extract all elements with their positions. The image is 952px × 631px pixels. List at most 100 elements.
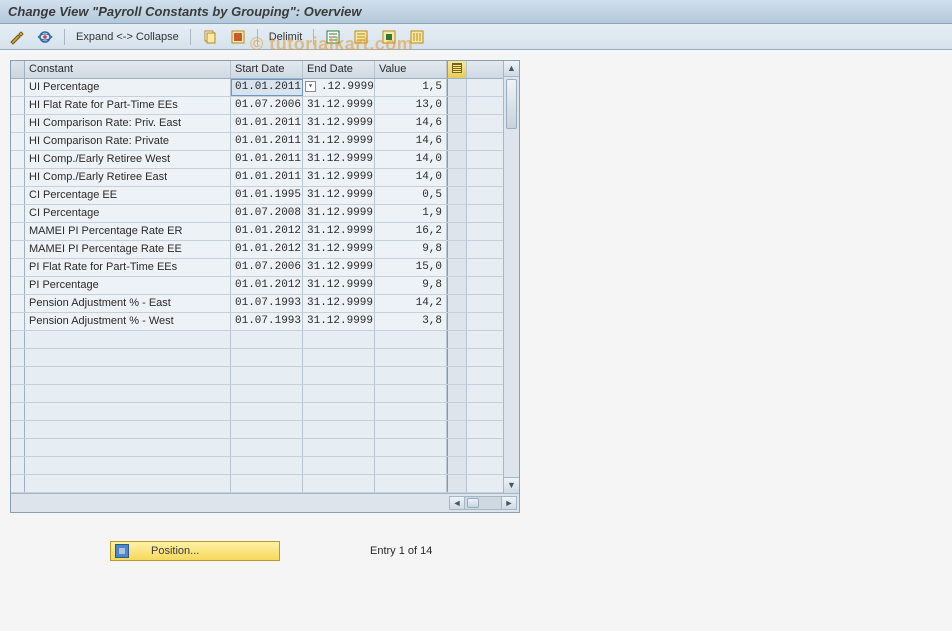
table-row[interactable]: PI Flat Rate for Part-Time EEs01.07.2006… — [11, 259, 503, 277]
table-row[interactable]: UI Percentage01.01.2011▾.12.99991,5 — [11, 79, 503, 97]
cell-value[interactable]: 16,2 — [375, 223, 447, 240]
scroll-thumb[interactable] — [506, 79, 517, 129]
column-header-value[interactable]: Value — [375, 61, 447, 78]
cell-start-date[interactable] — [231, 349, 303, 366]
cell-value[interactable]: 14,6 — [375, 133, 447, 150]
table-row[interactable]: HI Comp./Early Retiree West01.01.201131.… — [11, 151, 503, 169]
scroll-track[interactable] — [504, 77, 519, 477]
row-selector[interactable] — [11, 223, 25, 240]
f4-help-icon[interactable]: ▾ — [305, 81, 316, 92]
table-row[interactable] — [11, 331, 503, 349]
hscroll-thumb[interactable] — [467, 498, 479, 508]
cell-value[interactable] — [375, 367, 447, 384]
cell-end-date[interactable]: 31.12.9999 — [303, 205, 375, 222]
table-row[interactable]: MAMEI PI Percentage Rate ER01.01.201231.… — [11, 223, 503, 241]
table-row[interactable]: MAMEI PI Percentage Rate EE01.01.201231.… — [11, 241, 503, 259]
cell-constant[interactable]: MAMEI PI Percentage Rate EE — [25, 241, 231, 258]
row-selector[interactable] — [11, 187, 25, 204]
horizontal-scrollbar[interactable]: ◄ ► — [449, 496, 517, 510]
row-selector[interactable] — [11, 205, 25, 222]
cell-start-date[interactable]: 01.01.2012 — [231, 241, 303, 258]
cell-constant[interactable]: CI Percentage EE — [25, 187, 231, 204]
row-selector[interactable] — [11, 475, 25, 492]
deselect-all-icon[interactable] — [378, 28, 400, 46]
cell-constant[interactable]: HI Comparison Rate: Priv. East — [25, 115, 231, 132]
cell-start-date[interactable]: 01.01.2011 — [231, 151, 303, 168]
cell-end-date[interactable]: 31.12.9999 — [303, 115, 375, 132]
vertical-scrollbar[interactable]: ▲ ▼ — [503, 61, 519, 493]
cell-end-date[interactable] — [303, 421, 375, 438]
cell-start-date[interactable] — [231, 439, 303, 456]
cell-end-date[interactable]: 31.12.9999 — [303, 295, 375, 312]
row-selector[interactable] — [11, 331, 25, 348]
cell-end-date[interactable]: 31.12.9999 — [303, 241, 375, 258]
cell-value[interactable]: 0,5 — [375, 187, 447, 204]
cell-value[interactable]: 1,5 — [375, 79, 447, 96]
cell-constant[interactable] — [25, 421, 231, 438]
column-header-constant[interactable]: Constant — [25, 61, 231, 78]
delimit-button[interactable]: Delimit — [266, 30, 306, 44]
cell-constant[interactable] — [25, 385, 231, 402]
cell-value[interactable]: 14,0 — [375, 169, 447, 186]
cell-constant[interactable] — [25, 457, 231, 474]
copy-icon[interactable] — [199, 28, 221, 46]
cell-value[interactable] — [375, 421, 447, 438]
column-header-start-date[interactable]: Start Date — [231, 61, 303, 78]
cell-constant[interactable]: PI Flat Rate for Part-Time EEs — [25, 259, 231, 276]
cell-end-date[interactable] — [303, 457, 375, 474]
cell-value[interactable] — [375, 385, 447, 402]
cell-constant[interactable]: CI Percentage — [25, 205, 231, 222]
cell-value[interactable]: 9,8 — [375, 241, 447, 258]
row-selector[interactable] — [11, 79, 25, 96]
cell-start-date[interactable] — [231, 331, 303, 348]
hscroll-track[interactable] — [465, 496, 501, 510]
cell-end-date[interactable] — [303, 403, 375, 420]
cell-start-date[interactable] — [231, 457, 303, 474]
cell-constant[interactable] — [25, 403, 231, 420]
cell-end-date[interactable] — [303, 385, 375, 402]
cell-start-date[interactable]: 01.01.2012 — [231, 223, 303, 240]
cell-value[interactable]: 3,8 — [375, 313, 447, 330]
row-selector[interactable] — [11, 403, 25, 420]
cell-constant[interactable] — [25, 367, 231, 384]
cell-value[interactable]: 1,9 — [375, 205, 447, 222]
cell-constant[interactable]: Pension Adjustment % - East — [25, 295, 231, 312]
select-all-icon[interactable] — [227, 28, 249, 46]
cell-constant[interactable] — [25, 439, 231, 456]
cell-value[interactable] — [375, 439, 447, 456]
cell-start-date[interactable]: 01.07.1993 — [231, 313, 303, 330]
table-row[interactable]: HI Flat Rate for Part-Time EEs01.07.2006… — [11, 97, 503, 115]
cell-end-date[interactable]: 31.12.9999 — [303, 259, 375, 276]
cell-constant[interactable] — [25, 475, 231, 492]
row-selector[interactable] — [11, 457, 25, 474]
cell-constant[interactable]: PI Percentage — [25, 277, 231, 294]
row-selector[interactable] — [11, 241, 25, 258]
table-row[interactable] — [11, 385, 503, 403]
cell-constant[interactable]: Pension Adjustment % - West — [25, 313, 231, 330]
scroll-left-icon[interactable]: ◄ — [449, 496, 465, 510]
cell-end-date[interactable] — [303, 349, 375, 366]
cell-constant[interactable] — [25, 331, 231, 348]
table-row[interactable]: Pension Adjustment % - West01.07.199331.… — [11, 313, 503, 331]
table-row[interactable] — [11, 421, 503, 439]
position-button[interactable]: Position... — [110, 541, 280, 561]
table-settings-icon[interactable] — [447, 61, 467, 78]
cell-constant[interactable]: MAMEI PI Percentage Rate ER — [25, 223, 231, 240]
select-block-icon[interactable] — [350, 28, 372, 46]
row-selector-header[interactable] — [11, 61, 25, 78]
cell-start-date[interactable]: 01.07.2006 — [231, 97, 303, 114]
cell-end-date[interactable]: 31.12.9999 — [303, 223, 375, 240]
cell-end-date[interactable]: 31.12.9999 — [303, 313, 375, 330]
scroll-right-icon[interactable]: ► — [501, 496, 517, 510]
cell-value[interactable]: 13,0 — [375, 97, 447, 114]
cell-end-date[interactable] — [303, 331, 375, 348]
cell-end-date[interactable]: 31.12.9999 — [303, 133, 375, 150]
table-row[interactable]: Pension Adjustment % - East01.07.199331.… — [11, 295, 503, 313]
cell-start-date[interactable]: 01.01.2011 — [231, 133, 303, 150]
table-row[interactable]: CI Percentage EE01.01.199531.12.99990,5 — [11, 187, 503, 205]
cell-end-date[interactable] — [303, 439, 375, 456]
cell-end-date[interactable]: 31.12.9999 — [303, 277, 375, 294]
cell-constant[interactable]: HI Comparison Rate: Private — [25, 133, 231, 150]
cell-start-date[interactable]: 01.01.2011 — [231, 169, 303, 186]
row-selector[interactable] — [11, 97, 25, 114]
